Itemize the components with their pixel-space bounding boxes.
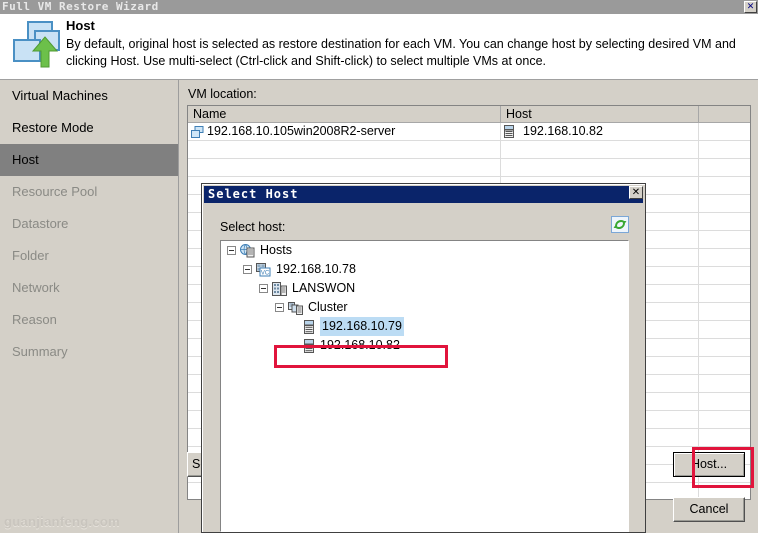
expander-icon[interactable]	[227, 246, 236, 255]
expander-icon[interactable]	[243, 265, 252, 274]
wizard-header: Host By default, original host is select…	[0, 14, 758, 80]
cell-empty	[501, 159, 699, 176]
cell-extra	[699, 123, 750, 140]
cell-vm-name-text: 192.168.10.105win2008R2-server	[207, 124, 396, 138]
column-header-host[interactable]: Host	[501, 106, 699, 122]
wizard-steps-sidebar: Virtual Machines Restore Mode Host Resou…	[0, 80, 178, 533]
host-button[interactable]: Host...	[673, 452, 745, 477]
tree-node-host-selected[interactable]: 192.168.10.79	[221, 317, 628, 336]
cell-empty	[699, 375, 750, 392]
sidebar-item-datastore: Datastore	[12, 216, 69, 231]
cell-empty	[699, 141, 750, 158]
tree-node-vcenter[interactable]: VC 192.168.10.78	[221, 260, 628, 279]
cell-empty	[699, 411, 750, 428]
esx-host-icon	[304, 319, 315, 334]
table-row[interactable]: 192.168.10.105win2008R2-server 192.168.1…	[188, 123, 750, 141]
tree-node-label: Hosts	[260, 243, 292, 257]
dialog-close-icon[interactable]: ✕	[629, 186, 643, 199]
vm-icon	[191, 125, 204, 138]
window-controls: ✕	[744, 1, 757, 13]
tree-node-label: 192.168.10.78	[276, 262, 356, 276]
table-header-row: Name Host	[188, 106, 750, 123]
expander-icon[interactable]	[259, 284, 268, 293]
sidebar-item-host[interactable]: Host	[0, 144, 178, 176]
cell-empty	[699, 267, 750, 284]
vm-location-label: VM location:	[188, 87, 257, 101]
cell-empty	[699, 231, 750, 248]
dialog-title: Select Host	[208, 187, 299, 201]
datacenter-icon	[272, 281, 287, 296]
hosts-root-icon	[240, 243, 255, 258]
window-title: Full VM Restore Wizard	[2, 0, 159, 13]
vcenter-icon: VC	[256, 262, 271, 277]
cell-host-text: 192.168.10.82	[523, 124, 603, 138]
expander-icon[interactable]	[275, 303, 284, 312]
cell-empty	[699, 177, 750, 194]
select-host-dialog: Select Host ✕ Select host: Hosts VC 192.…	[201, 183, 646, 533]
svg-text:VC: VC	[261, 270, 270, 276]
cell-empty	[699, 195, 750, 212]
page-title: Host	[66, 18, 95, 33]
cell-vm-name: 192.168.10.105win2008R2-server	[188, 123, 501, 140]
dialog-titlebar: Select Host	[204, 186, 643, 203]
esx-host-icon	[304, 338, 315, 353]
column-header-extra[interactable]	[699, 106, 750, 122]
host-tree[interactable]: Hosts VC 192.168.10.78 LANSWON Cluster 1…	[220, 240, 629, 532]
tree-node-label: 192.168.10.79	[320, 317, 404, 336]
page-description: By default, original host is selected as…	[66, 37, 736, 68]
cell-empty	[699, 393, 750, 410]
tree-node-hosts[interactable]: Hosts	[221, 241, 628, 260]
select-host-label: Select host:	[220, 220, 286, 234]
cell-empty	[699, 213, 750, 230]
sidebar-item-network: Network	[12, 280, 60, 295]
sidebar-item-folder: Folder	[12, 248, 49, 263]
tree-node-cluster[interactable]: Cluster	[221, 298, 628, 317]
cell-empty	[699, 321, 750, 338]
cluster-icon	[288, 301, 303, 315]
sidebar-item-reason: Reason	[12, 312, 57, 327]
column-header-name[interactable]: Name	[188, 106, 501, 122]
sidebar-item-resource-pool: Resource Pool	[12, 184, 98, 199]
cell-empty	[188, 141, 501, 158]
sidebar-item-summary: Summary	[12, 344, 68, 359]
cell-empty	[699, 249, 750, 266]
cell-empty	[501, 141, 699, 158]
esx-host-icon	[504, 125, 514, 138]
cell-empty	[188, 159, 501, 176]
cell-empty	[699, 339, 750, 356]
cell-empty	[699, 429, 750, 446]
cell-empty	[699, 357, 750, 374]
table-row-empty[interactable]	[188, 141, 750, 159]
tree-node-label: Cluster	[308, 300, 348, 314]
tree-node-host[interactable]: 192.168.10.82	[221, 336, 628, 355]
screenshot-root: Full VM Restore Wizard ✕ Host By default…	[0, 0, 758, 533]
refresh-icon[interactable]	[611, 216, 629, 233]
tree-node-datacenter[interactable]: LANSWON	[221, 279, 628, 298]
cell-host: 192.168.10.82	[501, 123, 699, 140]
cell-empty	[699, 159, 750, 176]
sidebar-item-virtual-machines[interactable]: Virtual Machines	[0, 80, 178, 112]
sidebar-item-restore-mode[interactable]: Restore Mode	[0, 112, 178, 144]
close-icon[interactable]: ✕	[744, 1, 757, 13]
tree-node-label: 192.168.10.82	[320, 338, 400, 352]
vm-restore-icon	[8, 18, 64, 74]
table-row-empty[interactable]	[188, 159, 750, 177]
cell-empty	[699, 303, 750, 320]
cancel-button[interactable]: Cancel	[673, 497, 745, 522]
watermark: guanjianfeng.com	[4, 514, 121, 529]
cell-empty	[699, 285, 750, 302]
tree-node-label: LANSWON	[292, 281, 356, 295]
window-titlebar: Full VM Restore Wizard ✕	[0, 0, 758, 14]
